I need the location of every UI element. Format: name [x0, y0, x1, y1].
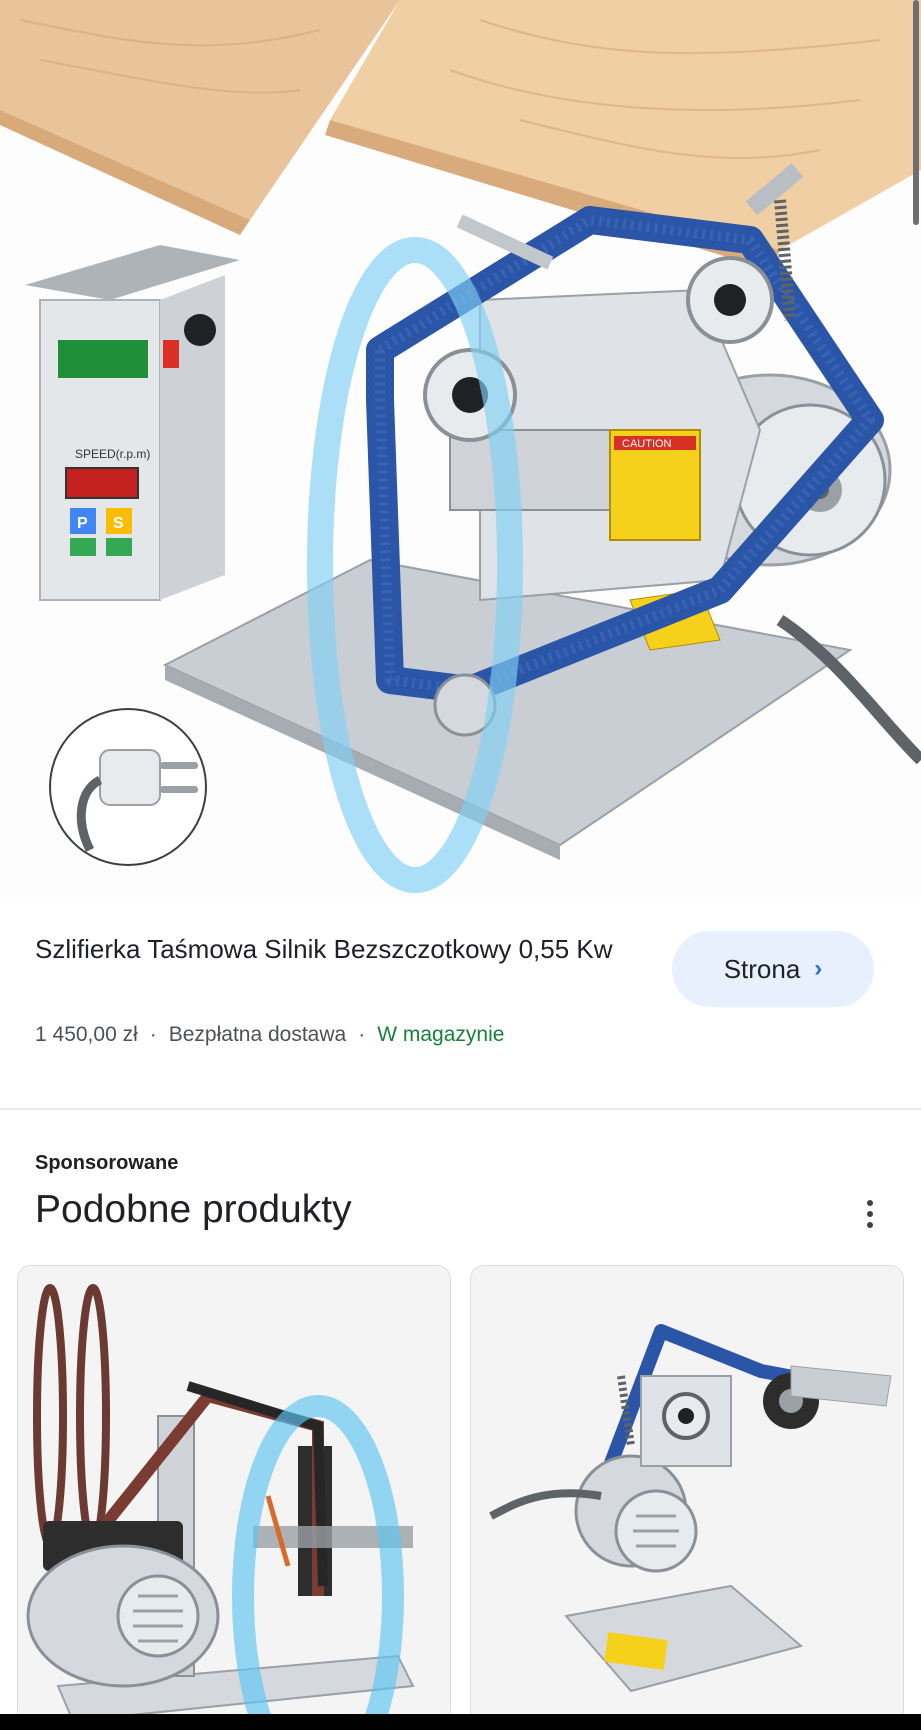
scrollbar[interactable] — [913, 0, 919, 225]
caution-label: CAUTION — [622, 438, 672, 450]
belt-grinder-illustration: CAUTION SPEED(r.p.m) P S — [0, 0, 921, 893]
product-title: Szlifierka Taśmowa Silnik Bezszczotkowy … — [35, 934, 613, 964]
system-nav-bar — [0, 1714, 921, 1730]
belt-grinder-blue-belt-image — [471, 1266, 903, 1724]
product-image[interactable]: CAUTION SPEED(r.p.m) P S — [0, 0, 921, 900]
related-product-card[interactable] — [470, 1265, 904, 1725]
stock-status: W magazynie — [377, 1023, 505, 1046]
store-button[interactable]: Strona › — [672, 931, 874, 1007]
section-divider — [0, 1108, 921, 1110]
meta-separator: · — [358, 1023, 366, 1046]
speed-label: SPEED(r.p.m) — [75, 447, 150, 461]
s-key-label: S — [113, 515, 124, 532]
chevron-right-icon: › — [814, 955, 823, 982]
product-price: 1 450,00 zł — [35, 1023, 138, 1046]
p-key-label: P — [77, 515, 88, 532]
product-meta: 1 450,00 zł · Bezpłatna dostawa · W magazyni… — [35, 1023, 504, 1047]
more-vert-icon[interactable] — [858, 1196, 882, 1232]
meta-separator: · — [149, 1023, 157, 1046]
sponsored-label: Sponsorowane — [35, 1152, 179, 1174]
shipping-info: Bezpłatna dostawa — [168, 1023, 347, 1046]
store-button-label: Strona — [723, 953, 801, 984]
related-product-card[interactable] — [17, 1265, 451, 1725]
related-products-title: Podobne produkty — [35, 1188, 352, 1231]
belt-grinder-red-belt-image — [18, 1266, 450, 1724]
